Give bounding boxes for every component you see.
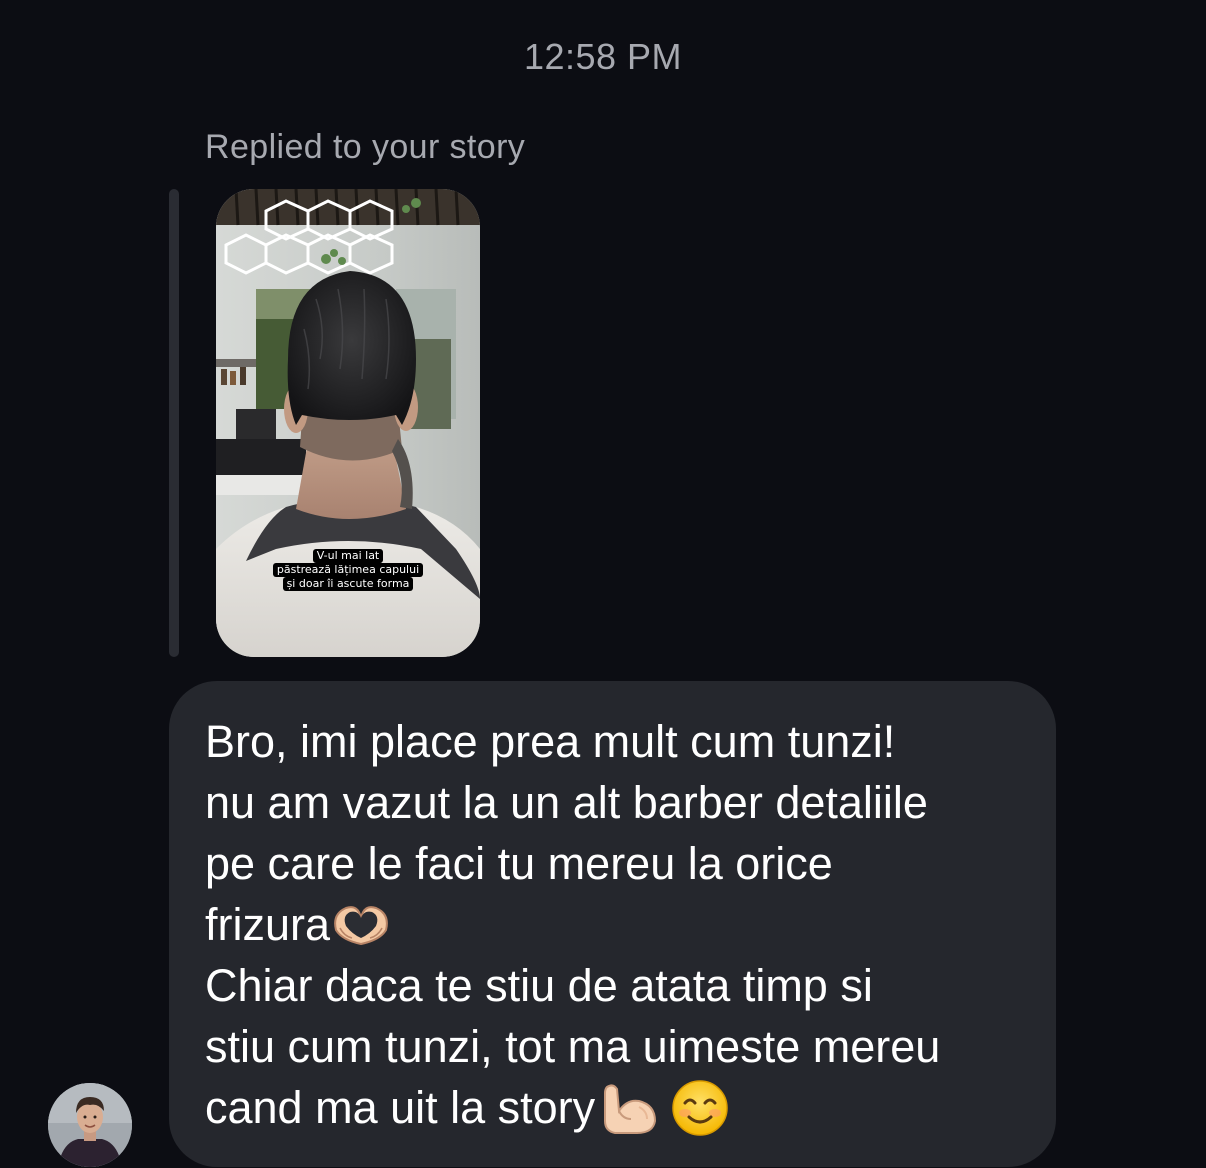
avatar-photo xyxy=(48,1083,132,1167)
smiling-face-emoji xyxy=(672,1080,728,1136)
message-line-with-emoji: frizura xyxy=(205,894,1035,955)
flexed-biceps-emoji xyxy=(604,1084,657,1134)
message-timestamp: 12:58 PM xyxy=(523,36,683,77)
heart-hands-emoji xyxy=(334,906,388,946)
message-text: Bro, imi place prea mult cum tunzi! nu a… xyxy=(205,711,1035,1138)
story-caption-line: V-ul mai lat xyxy=(312,549,384,563)
message-line: stiu cum tunzi, tot ma uimeste mereu xyxy=(205,1021,941,1072)
message-line: cand ma uit la story xyxy=(205,1082,596,1133)
story-preview-thumbnail[interactable]: V-ul mai lat păstrează lățimea capului ș… xyxy=(216,189,480,657)
message-line: pe care le faci tu mereu la orice xyxy=(205,838,833,889)
story-caption-line: și doar îi ascute forma xyxy=(282,577,414,591)
reply-quote-bar xyxy=(169,189,179,657)
sender-avatar[interactable] xyxy=(48,1083,132,1167)
replied-to-story-label: Replied to your story xyxy=(205,128,526,166)
message-line: Bro, imi place prea mult cum tunzi! xyxy=(205,716,896,767)
story-caption: V-ul mai lat păstrează lățimea capului ș… xyxy=(216,549,480,591)
message-line: Chiar daca te stiu de atata timp si xyxy=(205,960,873,1011)
message-bubble[interactable]: Bro, imi place prea mult cum tunzi! nu a… xyxy=(169,681,1056,1167)
story-caption-line: păstrează lățimea capului xyxy=(272,563,424,577)
message-line: nu am vazut la un alt barber detaliile xyxy=(205,777,928,828)
message-line: frizura xyxy=(205,899,331,950)
message-line-with-emoji: cand ma uit la story xyxy=(205,1077,1035,1138)
